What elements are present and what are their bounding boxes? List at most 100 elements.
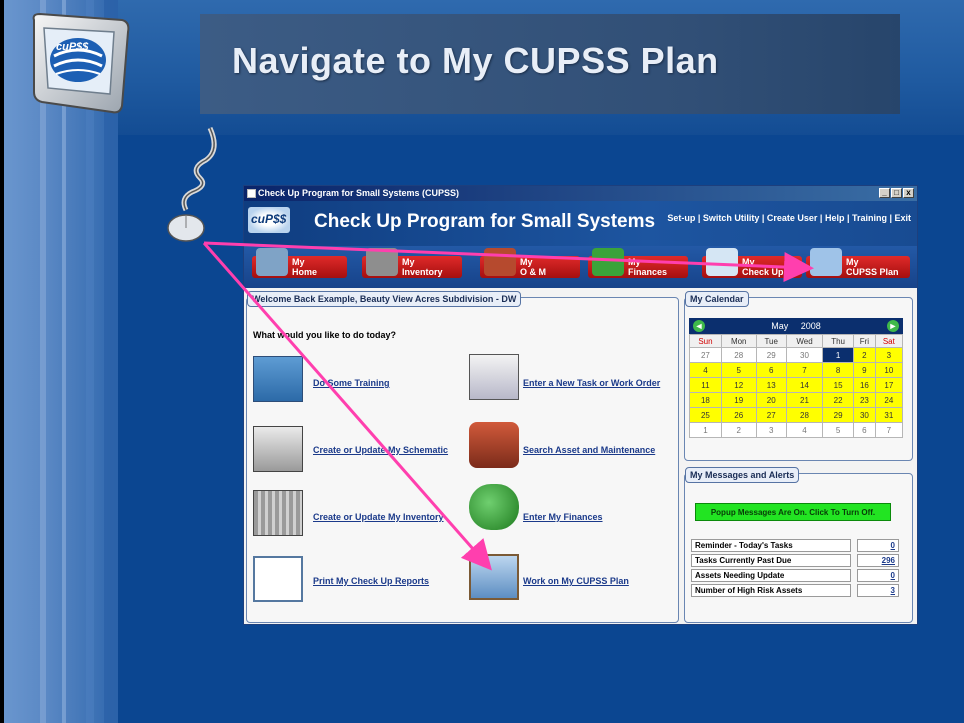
popup-toggle-button[interactable]: Popup Messages Are On. Click To Turn Off… [695, 503, 891, 521]
inventory-stack-icon[interactable] [253, 490, 303, 536]
calendar-day[interactable]: 10 [874, 362, 904, 378]
calendar-day[interactable]: 30 [853, 407, 876, 423]
nav-my-home[interactable]: My Home [252, 248, 347, 278]
cupss-plan-sign-icon[interactable] [469, 554, 519, 600]
calendar-day[interactable]: 5 [720, 362, 757, 378]
schematic-icon[interactable] [253, 426, 303, 472]
action-training[interactable]: Do Some Training [313, 378, 390, 388]
calendar-day[interactable]: 25 [689, 407, 722, 423]
alert-value[interactable]: 296 [857, 554, 899, 567]
action-new-task[interactable]: Enter a New Task or Work Order [523, 378, 660, 388]
training-icon[interactable] [253, 356, 303, 402]
slide-title: Navigate to My CUPSS Plan [232, 40, 719, 81]
calendar-day[interactable]: 14 [785, 377, 824, 393]
alert-label: Reminder - Today's Tasks [691, 539, 851, 552]
calendar-day[interactable]: 3 [755, 422, 787, 438]
calendar-day[interactable]: 26 [720, 407, 757, 423]
messages-panel: My Messages and Alerts Popup Messages Ar… [684, 467, 913, 623]
calendar-day[interactable]: 7 [785, 362, 824, 378]
checkup-icon [706, 248, 738, 276]
day-header: Sat [874, 334, 904, 348]
calendar-day[interactable]: 18 [689, 392, 722, 408]
action-schematic[interactable]: Create or Update My Schematic [313, 445, 448, 455]
calendar-day[interactable]: 4 [785, 422, 824, 438]
plan-sign-icon [810, 248, 842, 276]
calendar-day-today[interactable]: 1 [822, 347, 855, 363]
nav-my-checkup[interactable]: My Check Up [702, 248, 802, 278]
nav-my-finances[interactable]: My Finances [588, 248, 688, 278]
calendar-day[interactable]: 21 [785, 392, 824, 408]
money-bag-pig-icon[interactable] [469, 484, 519, 530]
alert-row: Tasks Currently Past Due 296 [691, 554, 899, 567]
calendar-day[interactable]: 27 [755, 407, 787, 423]
minimize-button[interactable]: _ [879, 188, 890, 198]
close-button[interactable]: x [903, 188, 914, 198]
action-search-asset[interactable]: Search Asset and Maintenance [523, 445, 655, 455]
calendar-day[interactable]: 17 [874, 377, 904, 393]
calendar-day[interactable]: 27 [689, 347, 722, 363]
calendar-header: My Calendar [685, 291, 749, 307]
calendar-day[interactable]: 6 [853, 422, 876, 438]
calendar-day[interactable]: 30 [785, 347, 824, 363]
calendar-day[interactable]: 8 [822, 362, 855, 378]
alert-label: Tasks Currently Past Due [691, 554, 851, 567]
day-header: Tue [755, 334, 787, 348]
house-icon [256, 248, 288, 276]
calendar-day[interactable]: 4 [689, 362, 722, 378]
prev-month-icon[interactable]: ◄ [693, 320, 705, 332]
calendar-grid: Sun Mon Tue Wed Thu Fri Sat 27 28 29 30 … [689, 334, 904, 438]
calendar-day[interactable]: 6 [755, 362, 787, 378]
day-header: Mon [720, 334, 757, 348]
computer-monitor-icon: cuP$$ [32, 12, 130, 114]
app-header: cuP$$ Check Up Program for Small Systems… [244, 201, 917, 246]
calendar-day[interactable]: 5 [822, 422, 855, 438]
action-finances[interactable]: Enter My Finances [523, 512, 603, 522]
action-cupss-plan[interactable]: Work on My CUPSS Plan [523, 576, 629, 586]
calendar-day[interactable]: 29 [822, 407, 855, 423]
action-reports[interactable]: Print My Check Up Reports [313, 576, 429, 586]
alert-value[interactable]: 3 [857, 584, 899, 597]
pipe-wrench-icon[interactable] [469, 422, 519, 468]
nav-my-inventory[interactable]: My Inventory [362, 248, 462, 278]
nav-my-cupss-plan[interactable]: My CUPSS Plan [806, 248, 910, 278]
calendar-day[interactable]: 2 [853, 347, 876, 363]
calendar-day[interactable]: 2 [720, 422, 757, 438]
calendar-day[interactable]: 29 [755, 347, 787, 363]
nav-my-om[interactable]: My O & M [480, 248, 580, 278]
calendar-day[interactable]: 28 [720, 347, 757, 363]
header-links[interactable]: Set-up | Switch Utility | Create User | … [667, 213, 911, 223]
calendar-day[interactable]: 22 [822, 392, 855, 408]
calendar-day[interactable]: 1 [689, 422, 722, 438]
action-inventory[interactable]: Create or Update My Inventory [313, 512, 444, 522]
calendar-day[interactable]: 11 [689, 377, 722, 393]
inventory-icon [366, 248, 398, 276]
calendar-day[interactable]: 13 [755, 377, 787, 393]
alert-value[interactable]: 0 [857, 539, 899, 552]
alert-value[interactable]: 0 [857, 569, 899, 582]
checkmark-house-icon[interactable] [253, 556, 303, 602]
calendar-day[interactable]: 19 [720, 392, 757, 408]
calendar-day[interactable]: 7 [874, 422, 904, 438]
calendar-day[interactable]: 28 [785, 407, 824, 423]
day-header: Sun [689, 334, 722, 348]
task-clipboard-icon[interactable] [469, 354, 519, 400]
maximize-button[interactable]: □ [891, 188, 902, 198]
alert-row: Assets Needing Update 0 [691, 569, 899, 582]
calendar-day[interactable]: 3 [874, 347, 904, 363]
calendar-day[interactable]: 23 [853, 392, 876, 408]
calendar-day[interactable]: 12 [720, 377, 757, 393]
calendar-day[interactable]: 31 [874, 407, 904, 423]
money-bag-icon [592, 248, 624, 276]
next-month-icon[interactable]: ► [887, 320, 899, 332]
app-window: Check Up Program for Small Systems (CUPS… [243, 185, 918, 625]
mouse-icon [167, 126, 217, 242]
cupss-logo-text: cuP$$ [251, 212, 287, 226]
window-titlebar[interactable]: Check Up Program for Small Systems (CUPS… [244, 186, 917, 201]
app-body: Welcome Back Example, Beauty View Acres … [244, 288, 917, 624]
calendar-day[interactable]: 15 [822, 377, 855, 393]
alert-row: Number of High Risk Assets 3 [691, 584, 899, 597]
calendar-day[interactable]: 9 [853, 362, 876, 378]
calendar-day[interactable]: 24 [874, 392, 904, 408]
calendar-day[interactable]: 16 [853, 377, 876, 393]
calendar-day[interactable]: 20 [755, 392, 787, 408]
